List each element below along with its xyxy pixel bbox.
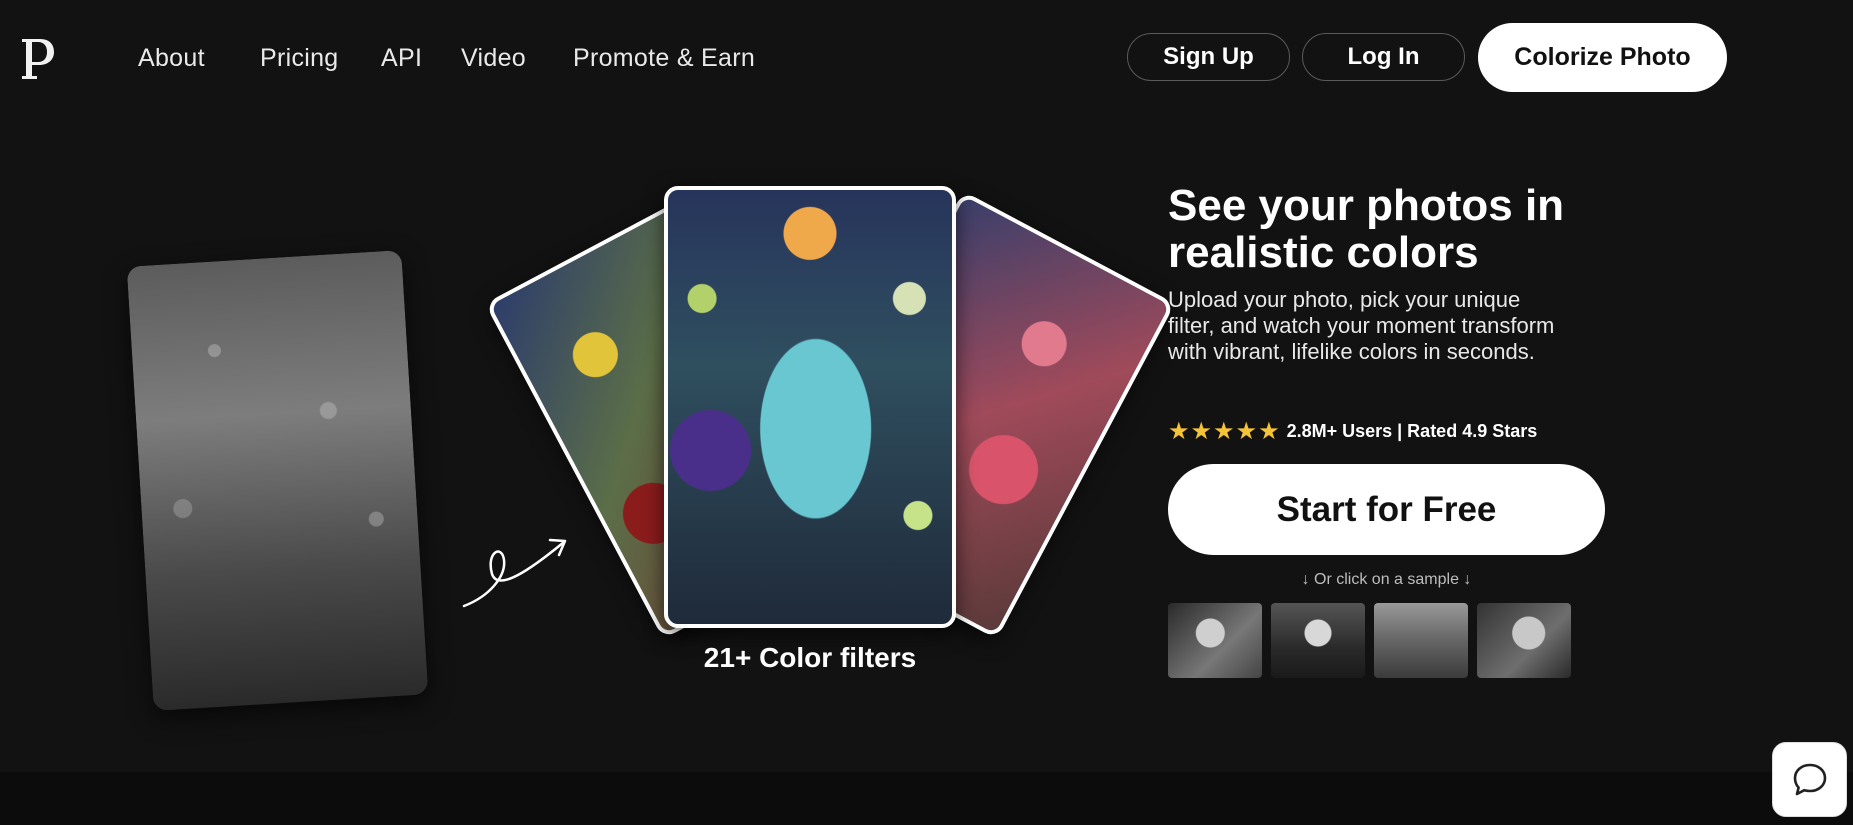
sample-photo-4[interactable]	[1477, 603, 1571, 678]
nav-promote-earn[interactable]: Promote & Earn	[573, 44, 755, 73]
log-in-button[interactable]: Log In	[1302, 33, 1465, 81]
page-bottom-band	[0, 772, 1853, 825]
color-filters-caption: 21+ Color filters	[703, 642, 917, 673]
hero-title: See your photos in realistic colors	[1168, 181, 1565, 277]
chat-bubble-icon	[1793, 763, 1826, 795]
nav-about[interactable]: About	[138, 44, 205, 73]
rating-row: ★★★★★ 2.8M+ Users | Rated 4.9 Stars	[1168, 417, 1537, 446]
color-filter-card-center	[664, 186, 956, 628]
star-rating-icon: ★★★★★	[1168, 418, 1281, 445]
sample-photo-3[interactable]	[1374, 603, 1468, 678]
colorize-photo-button[interactable]: Colorize Photo	[1478, 23, 1727, 92]
start-for-free-button[interactable]: Start for Free	[1168, 464, 1605, 555]
sign-up-button[interactable]: Sign Up	[1127, 33, 1290, 81]
hero-description: Upload your photo, pick your unique filt…	[1168, 287, 1555, 364]
brand-logo[interactable]	[20, 36, 56, 80]
nav-api[interactable]: API	[381, 44, 422, 73]
curly-arrow-icon	[462, 538, 567, 608]
sample-hint: ↓ Or click on a sample ↓	[1301, 571, 1472, 588]
sample-photo-2[interactable]	[1271, 603, 1365, 678]
nav-pricing[interactable]: Pricing	[260, 44, 339, 73]
nav-video[interactable]: Video	[461, 44, 526, 73]
sample-photo-1[interactable]	[1168, 603, 1262, 678]
original-bw-photo	[126, 250, 429, 711]
chat-support-button[interactable]	[1772, 742, 1847, 817]
rating-text: 2.8M+ Users | Rated 4.9 Stars	[1286, 421, 1538, 441]
